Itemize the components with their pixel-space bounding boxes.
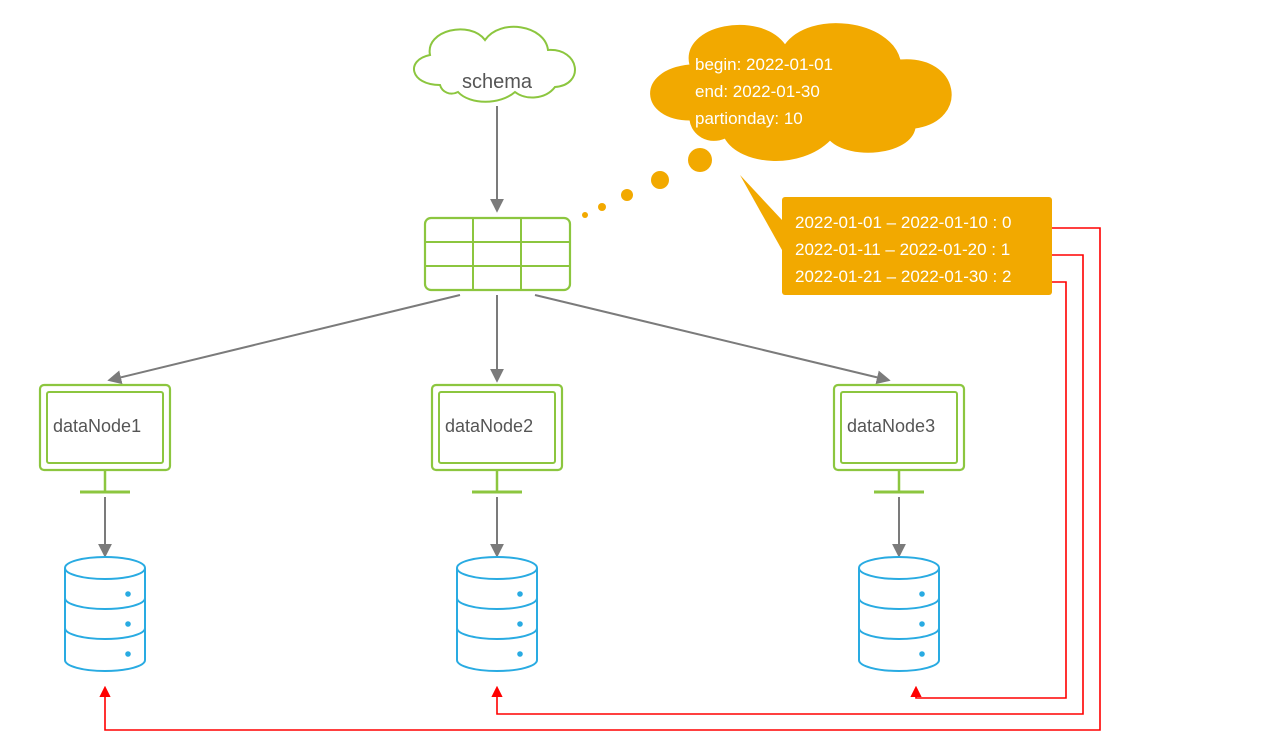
config-partitionday: partionday: 10 bbox=[695, 109, 803, 128]
thought-bubble-large bbox=[688, 148, 712, 172]
datanode2-label: dataNode2 bbox=[445, 416, 533, 436]
range-1: 2022-01-11 – 2022-01-20 : 1 bbox=[795, 240, 1010, 259]
config-begin: begin: 2022-01-01 bbox=[695, 55, 833, 74]
schema-cloud: schema bbox=[414, 27, 575, 102]
database1-icon bbox=[65, 557, 145, 671]
ranges-callout: 2022-01-01 – 2022-01-10 : 0 2022-01-11 –… bbox=[740, 175, 1052, 295]
database2-icon bbox=[457, 557, 537, 671]
arrow-table-node1 bbox=[110, 295, 460, 380]
table-icon bbox=[425, 218, 570, 290]
range-2: 2022-01-21 – 2022-01-30 : 2 bbox=[795, 267, 1011, 286]
thought-bubble-tiny2 bbox=[582, 212, 588, 218]
datanode2-monitor: dataNode2 bbox=[432, 385, 562, 492]
config-cloud: begin: 2022-01-01 end: 2022-01-30 partio… bbox=[651, 24, 952, 161]
datanode1-label: dataNode1 bbox=[53, 416, 141, 436]
red-arrow-range0-db1 bbox=[105, 228, 1100, 730]
config-end: end: 2022-01-30 bbox=[695, 82, 820, 101]
thought-bubble-tiny1 bbox=[598, 203, 606, 211]
thought-bubble-small bbox=[621, 189, 633, 201]
datanode3-monitor: dataNode3 bbox=[834, 385, 964, 492]
range-0: 2022-01-01 – 2022-01-10 : 0 bbox=[795, 213, 1011, 232]
thought-bubble-mid bbox=[651, 171, 669, 189]
arrow-table-node3 bbox=[535, 295, 888, 380]
datanode3-label: dataNode3 bbox=[847, 416, 935, 436]
database3-icon bbox=[859, 557, 939, 671]
datanode1-monitor: dataNode1 bbox=[40, 385, 170, 492]
schema-label: schema bbox=[462, 71, 533, 93]
red-arrow-range1-db2 bbox=[497, 255, 1083, 714]
diagram-canvas: schema begin: 2022-01-01 end: 2022-01-30… bbox=[0, 0, 1271, 742]
